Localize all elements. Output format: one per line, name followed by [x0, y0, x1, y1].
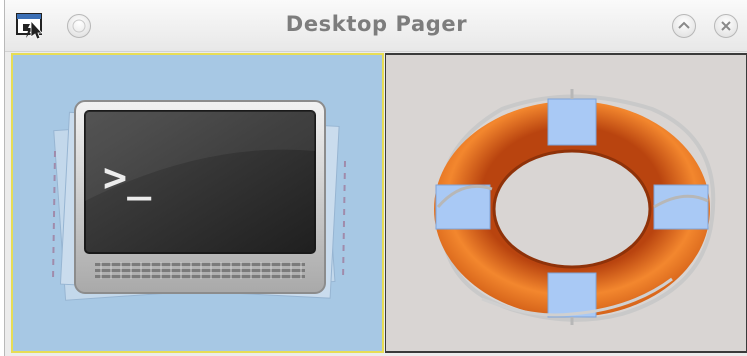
svg-text:>_: >_ — [103, 155, 152, 201]
maximize-button[interactable] — [672, 14, 696, 38]
close-icon — [721, 21, 731, 31]
desktop-pager: >_ — [11, 53, 747, 353]
close-button[interactable] — [714, 14, 738, 38]
terminal-icon: >_ — [52, 100, 346, 301]
pager-window: Desktop Pager >_ — [4, 0, 747, 356]
title-bar[interactable]: Desktop Pager — [5, 0, 747, 52]
desktop-2[interactable] — [385, 53, 747, 353]
window-title: Desktop Pager — [285, 12, 468, 36]
help-lifebuoy-icon — [434, 89, 716, 325]
chevron-up-icon — [678, 21, 690, 29]
desktop-1[interactable]: >_ — [11, 53, 384, 353]
